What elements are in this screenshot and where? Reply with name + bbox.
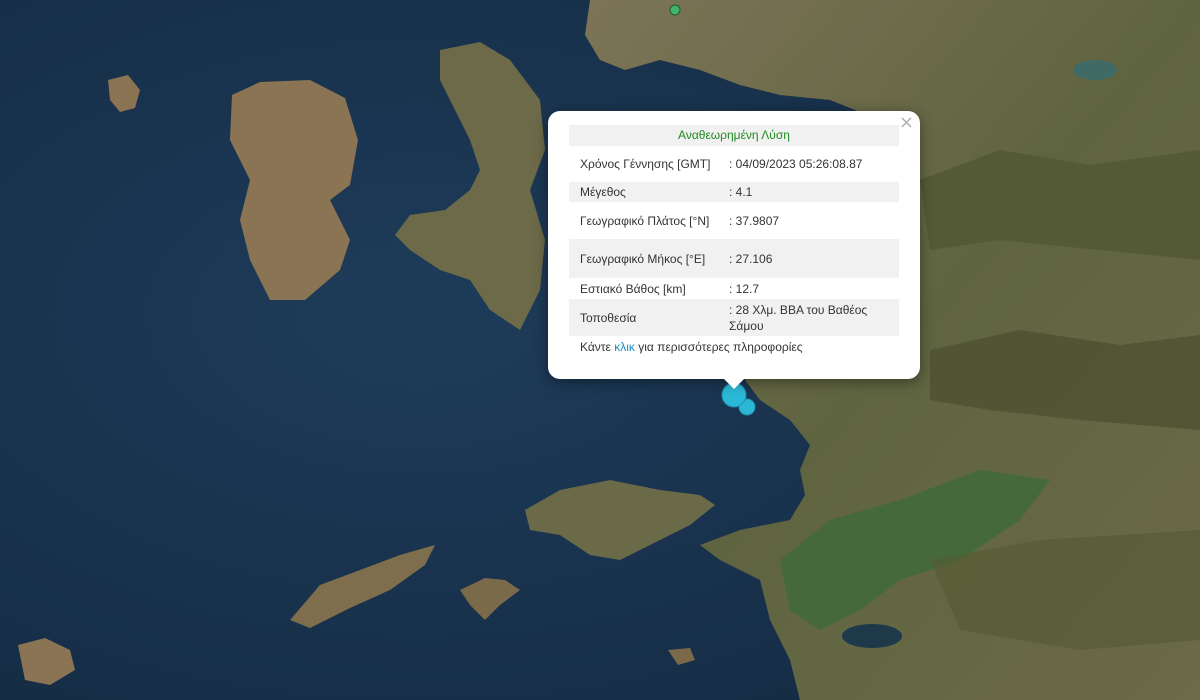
- more-info-prefix: Κάντε: [580, 340, 615, 354]
- lake: [1073, 60, 1117, 80]
- earthquake-info-popup: × Αναθεωρημένη Λύση Χρόνος Γέννησης [GMT…: [548, 111, 920, 389]
- more-info-link[interactable]: κλικ: [614, 340, 635, 354]
- popup-title: Αναθεωρημένη Λύση: [569, 125, 899, 146]
- more-info-suffix: για περισσότερες πληροφορίες: [634, 340, 803, 354]
- table-row: Γεωγραφικό Μήκος [°E] : 27.106: [569, 239, 899, 278]
- row-value: : 27.106: [725, 239, 899, 278]
- info-table: Χρόνος Γέννησης [GMT] : 04/09/2023 05:26…: [569, 146, 899, 336]
- row-label: Μέγεθος: [569, 182, 725, 202]
- popup-content: Αναθεωρημένη Λύση Χρόνος Γέννησης [GMT] …: [569, 125, 899, 354]
- row-label: Χρόνος Γέννησης [GMT]: [580, 157, 711, 171]
- row-value: : 37.9807: [729, 213, 780, 228]
- more-info-line: Κάντε κλικ για περισσότερες πληροφορίες: [569, 336, 899, 354]
- table-row: Χρόνος Γέννησης [GMT] : 04/09/2023 05:26…: [569, 146, 899, 182]
- station-marker[interactable]: [669, 4, 681, 16]
- close-icon[interactable]: ×: [899, 114, 914, 132]
- lake: [842, 624, 902, 648]
- table-row: Μέγεθος : 4.1: [569, 182, 899, 202]
- row-label: Γεωγραφικό Μήκος [°E]: [569, 239, 725, 278]
- row-value: : 04/09/2023 05:26:08.87: [729, 157, 863, 171]
- row-label: Τοποθεσία: [569, 299, 725, 336]
- row-label: Γεωγραφικό Πλάτος [°N]: [580, 213, 710, 228]
- table-row: Τοποθεσία : 28 Χλμ. ΒΒΑ του Βαθέος Σάμου: [569, 299, 899, 336]
- row-value: : 12.7: [729, 281, 760, 296]
- table-row: Εστιακό Βάθος [km] : 12.7: [569, 278, 899, 299]
- row-value: : 28 Χλμ. ΒΒΑ του Βαθέος Σάμου: [725, 299, 899, 336]
- table-row: Γεωγραφικό Πλάτος [°N] : 37.9807: [569, 202, 899, 239]
- row-value: : 4.1: [725, 182, 899, 202]
- row-label: Εστιακό Βάθος [km]: [580, 281, 686, 296]
- mountain-ridge: [920, 150, 1200, 260]
